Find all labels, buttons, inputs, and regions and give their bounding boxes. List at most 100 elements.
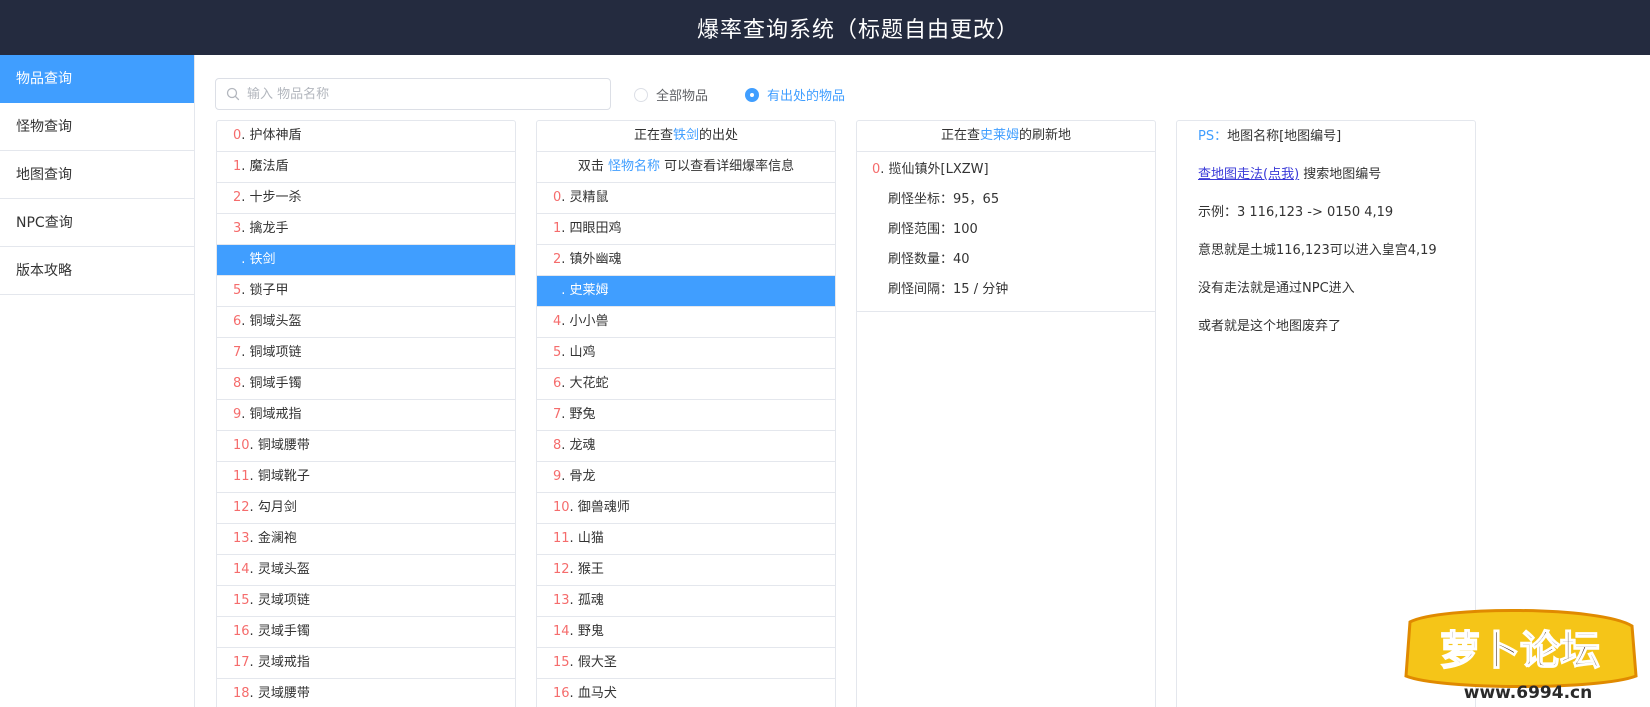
watermark-brand: 萝卜论坛 xyxy=(1440,628,1600,674)
row-index-dot: . xyxy=(561,438,570,453)
row-name: 龙魂 xyxy=(569,438,596,453)
row-name: 野鬼 xyxy=(577,624,604,639)
app-header: 爆率查询系统（标题自由更改） xyxy=(0,0,1650,55)
row-name: 小小兽 xyxy=(569,314,609,329)
monster-row[interactable]: 13. 孤魂 xyxy=(537,586,835,617)
row-index-dot: . xyxy=(241,407,250,422)
item-row[interactable]: 17. 灵域戒指 xyxy=(217,648,515,679)
hint-prefix: 双击 xyxy=(577,159,604,174)
row-index: 18 xyxy=(233,686,250,701)
row-index-dot: . xyxy=(241,345,250,360)
monster-row[interactable]: 3. 史莱姆 xyxy=(537,276,835,307)
item-row[interactable]: 10. 铜域腰带 xyxy=(217,431,515,462)
item-row[interactable]: 4. 铁剑 xyxy=(217,245,515,276)
item-row[interactable]: 15. 灵域项链 xyxy=(217,586,515,617)
ps-text: 地图名称[地图编号] xyxy=(1227,129,1342,144)
sidebar-item-map-query[interactable]: 地图查询 xyxy=(0,151,194,199)
item-row[interactable]: 1. 魔法盾 xyxy=(217,152,515,183)
radio-dot[interactable] xyxy=(634,87,648,102)
item-row[interactable]: 5. 锁子甲 xyxy=(217,276,515,307)
row-name: 灵域腰带 xyxy=(257,686,310,701)
info-no-route: 没有走法就是通过NPC进入 xyxy=(1198,281,1355,296)
row-index: 12 xyxy=(233,500,250,515)
prop-label: 刷怪数量： xyxy=(888,252,954,267)
monster-row[interactable]: 16. 血马犬 xyxy=(537,679,835,707)
row-name: 骨龙 xyxy=(569,469,596,484)
row-name: 铁剑 xyxy=(249,252,276,267)
item-row[interactable]: 12. 勾月剑 xyxy=(217,493,515,524)
monster-row[interactable]: 4. 小小兽 xyxy=(537,307,835,338)
monster-row[interactable]: 1. 四眼田鸡 xyxy=(537,214,835,245)
search-input[interactable] xyxy=(247,86,587,102)
hint-suffix: 可以查看详细爆率信息 xyxy=(664,159,795,174)
monster-row[interactable]: 7. 野兔 xyxy=(537,400,835,431)
prop-value: 40 xyxy=(953,252,970,267)
monster-row[interactable]: 14. 野鬼 xyxy=(537,617,835,648)
monster-row[interactable]: 15. 假大圣 xyxy=(537,648,835,679)
refresh-map[interactable]: 0. 揽仙镇外[LXZW] xyxy=(857,155,1155,185)
row-index-dot: . xyxy=(249,686,258,701)
radio-all-items-label: 全部物品 xyxy=(656,89,709,104)
sidebar-item-item-query[interactable]: 物品查询 xyxy=(0,55,194,103)
row-name: 铜域项链 xyxy=(249,345,302,360)
selected-item-name: 铁剑 xyxy=(672,128,699,143)
monster-row[interactable]: 10. 御兽魂师 xyxy=(537,493,835,524)
page-title: 爆率查询系统（标题自由更改） xyxy=(696,17,1019,43)
watermark-logo-icon: 萝卜论坛 www.6994.cn xyxy=(1404,609,1638,703)
header-prefix: 正在查 xyxy=(940,128,980,143)
forum-watermark-logo: 萝卜论坛 www.6994.cn xyxy=(1400,604,1640,704)
row-index-dot: . xyxy=(561,314,570,329)
row-index: 10 xyxy=(553,500,570,515)
sidebar-item-monster-query[interactable]: 怪物查询 xyxy=(0,103,194,151)
item-row[interactable]: 13. 金澜袍 xyxy=(217,524,515,555)
row-index-dot: . xyxy=(569,531,578,546)
row-name: 灵域戒指 xyxy=(257,655,310,670)
row-index: 14 xyxy=(553,624,570,639)
monster-row[interactable]: 12. 猴王 xyxy=(537,555,835,586)
row-index: 16 xyxy=(553,686,570,701)
monster-row[interactable]: 8. 龙魂 xyxy=(537,431,835,462)
monster-row[interactable]: 9. 骨龙 xyxy=(537,462,835,493)
item-row[interactable]: 7. 铜域项链 xyxy=(217,338,515,369)
selected-monster-name: 史莱姆 xyxy=(979,128,1019,143)
row-index-dot: . xyxy=(249,655,258,670)
row-index-dot: . xyxy=(241,376,250,391)
items-list-panel: 0. 护体神盾 1. 魔法盾 2. 十步一杀 3. 擒龙手 4. 铁剑 5. 锁子甲 6. … xyxy=(216,120,516,707)
monster-row[interactable]: 11. 山猫 xyxy=(537,524,835,555)
prop-value: 100 xyxy=(953,222,978,237)
monster-row[interactable]: 0. 灵精鼠 xyxy=(537,183,835,214)
item-row[interactable]: 2. 十步一杀 xyxy=(217,183,515,214)
item-row[interactable]: 11. 铜域靴子 xyxy=(217,462,515,493)
monster-row[interactable]: 5. 山鸡 xyxy=(537,338,835,369)
row-index-dot: . xyxy=(249,593,258,608)
monster-row[interactable]: 2. 镇外幽魂 xyxy=(537,245,835,276)
monster-row[interactable]: 6. 大花蛇 xyxy=(537,369,835,400)
row-name: 金澜袍 xyxy=(257,531,297,546)
prop-value: 15 / 分钟 xyxy=(953,282,1009,297)
item-row[interactable]: 9. 铜域戒指 xyxy=(217,400,515,431)
sidebar-item-version-guide[interactable]: 版本攻略 xyxy=(0,247,194,295)
item-row[interactable]: 18. 灵域腰带 xyxy=(217,679,515,707)
item-row[interactable]: 3. 擒龙手 xyxy=(217,214,515,245)
item-row[interactable]: 6. 铜域头盔 xyxy=(217,307,515,338)
radio-all-items[interactable]: 全部物品 xyxy=(634,85,708,104)
sidebar-item-npc-query[interactable]: NPC查询 xyxy=(0,199,194,247)
radio-items-with-source[interactable]: 有出处的物品 xyxy=(745,85,845,104)
row-index-dot: . xyxy=(241,252,250,267)
watermark-url: www.6994.cn xyxy=(1464,683,1592,703)
row-index-dot: . xyxy=(241,190,250,205)
row-index-dot: . xyxy=(241,159,250,174)
row-index-dot: . xyxy=(249,438,258,453)
row-name: 铜域靴子 xyxy=(257,469,310,484)
row-index-dot: . xyxy=(561,469,570,484)
item-row[interactable]: 8. 铜域手镯 xyxy=(217,369,515,400)
row-name: 山鸡 xyxy=(569,345,596,360)
item-row[interactable]: 16. 灵域手镯 xyxy=(217,617,515,648)
item-row[interactable]: 0. 护体神盾 xyxy=(217,121,515,152)
map-name: 揽仙镇外[LXZW] xyxy=(888,162,989,177)
item-row[interactable]: 14. 灵域头盔 xyxy=(217,555,515,586)
search-box[interactable] xyxy=(215,78,611,110)
map-route-link[interactable]: 查地图走法(点我) xyxy=(1198,167,1299,182)
monsters-panel-header: 正在查铁剑的出处 xyxy=(537,121,835,152)
radio-dot[interactable] xyxy=(745,87,759,102)
